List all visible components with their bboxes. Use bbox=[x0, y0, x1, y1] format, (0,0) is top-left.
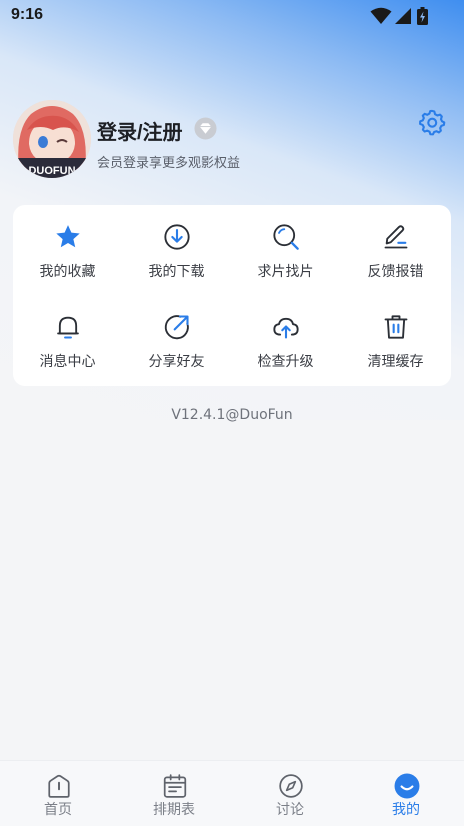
gear-icon[interactable] bbox=[418, 108, 446, 136]
bell-icon bbox=[57, 316, 79, 339]
trash-icon bbox=[384, 315, 408, 339]
star-icon bbox=[56, 225, 80, 248]
home-icon bbox=[48, 774, 70, 798]
menu-item-downloads[interactable]: 我的下载 bbox=[122, 205, 231, 295]
menu-item-share[interactable]: 分享好友 bbox=[122, 295, 231, 385]
bottom-navigation: 首页 排期表 讨论 我的 bbox=[0, 760, 464, 826]
menu-label: 反馈报错 bbox=[367, 264, 424, 280]
edit-icon bbox=[384, 225, 408, 249]
nav-tab-home[interactable]: 首页 bbox=[0, 761, 116, 826]
login-register-link[interactable]: 登录/注册 bbox=[97, 116, 183, 145]
nav-label: 我的 bbox=[392, 802, 420, 818]
nav-label: 排期表 bbox=[153, 802, 195, 818]
share-icon bbox=[164, 315, 189, 340]
nav-tab-mine[interactable]: 我的 bbox=[348, 761, 464, 826]
wifi-icon bbox=[370, 7, 392, 24]
menu-item-messages[interactable]: 消息中心 bbox=[13, 295, 122, 385]
menu-label: 清理缓存 bbox=[367, 354, 424, 370]
login-subtitle: 会员登录享更多观影权益 bbox=[97, 156, 241, 171]
signal-icon bbox=[395, 8, 411, 24]
nav-tab-discuss[interactable]: 讨论 bbox=[232, 761, 348, 826]
avatar-logo-text: DUOFUN bbox=[28, 165, 75, 177]
profile-smile-icon bbox=[394, 773, 420, 799]
menu-item-clear-cache[interactable]: 清理缓存 bbox=[341, 295, 450, 385]
nav-label: 首页 bbox=[44, 802, 72, 818]
menu-label: 检查升级 bbox=[257, 354, 314, 370]
menu-item-request[interactable]: 求片找片 bbox=[231, 205, 340, 295]
menu-item-feedback[interactable]: 反馈报错 bbox=[341, 205, 450, 295]
menu-label: 我的下载 bbox=[148, 264, 205, 280]
avatar[interactable]: DUOFUN bbox=[13, 100, 91, 178]
profile-section: DUOFUN 登录/注册 会员登录享更多观影权益 bbox=[0, 100, 464, 182]
calendar-icon bbox=[163, 774, 187, 798]
menu-item-favorites[interactable]: 我的收藏 bbox=[13, 205, 122, 295]
menu-label: 求片找片 bbox=[257, 264, 314, 280]
feature-menu-card: 我的收藏 我的下载 求片找片 反馈报错 消息中心 分享好友 检查升级 清理缓存 bbox=[13, 205, 451, 386]
app-version: V12.4.1@DuoFun bbox=[171, 407, 293, 423]
menu-label: 我的收藏 bbox=[39, 264, 96, 280]
nav-tab-schedule[interactable]: 排期表 bbox=[116, 761, 232, 826]
menu-item-update[interactable]: 检查升级 bbox=[231, 295, 340, 385]
compass-icon bbox=[279, 774, 303, 798]
battery-charging-icon bbox=[417, 7, 428, 25]
status-bar: 9:16 bbox=[0, 0, 464, 32]
menu-label: 消息中心 bbox=[39, 354, 96, 370]
avatar-illustration: DUOFUN bbox=[13, 100, 91, 178]
search-icon bbox=[273, 224, 299, 250]
diamond-icon bbox=[194, 117, 217, 140]
menu-label: 分享好友 bbox=[148, 354, 205, 370]
nav-label: 讨论 bbox=[276, 802, 304, 818]
status-time: 9:16 bbox=[11, 6, 44, 23]
download-icon bbox=[164, 224, 190, 250]
cloud-upload-icon bbox=[273, 317, 299, 339]
